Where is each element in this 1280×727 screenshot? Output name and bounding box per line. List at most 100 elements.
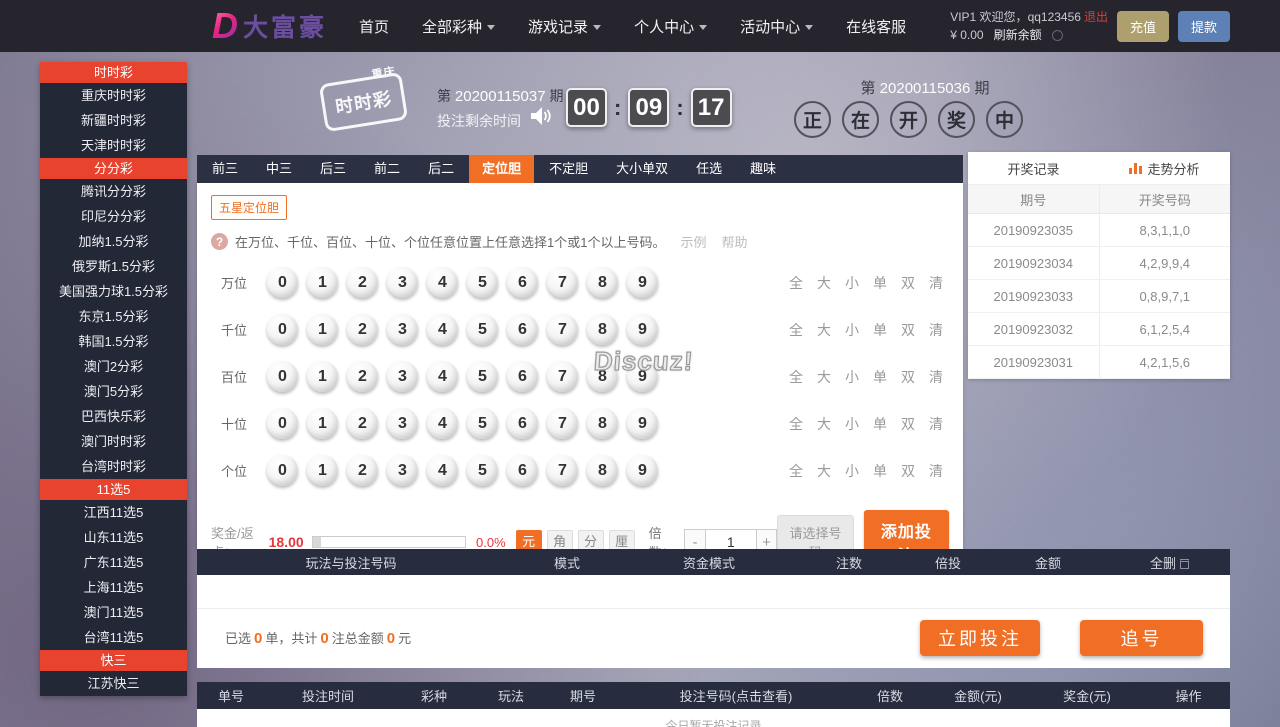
quick-odd[interactable]: 单 bbox=[873, 273, 887, 293]
ball-0[interactable]: 0 bbox=[267, 361, 298, 392]
tab-任选[interactable]: 任选 bbox=[683, 155, 735, 183]
quick-small[interactable]: 小 bbox=[845, 273, 859, 293]
rebate-slider[interactable] bbox=[312, 536, 466, 548]
ball-1[interactable]: 1 bbox=[307, 408, 338, 439]
slider-handle[interactable] bbox=[313, 537, 321, 547]
ball-8[interactable]: 8 bbox=[587, 408, 618, 439]
quick-small[interactable]: 小 bbox=[845, 414, 859, 434]
ball-9[interactable]: 9 bbox=[627, 267, 658, 298]
ball-6[interactable]: 6 bbox=[507, 267, 538, 298]
sidebar-item-22[interactable]: 澳门11选5 bbox=[40, 600, 187, 625]
quick-all[interactable]: 全 bbox=[789, 414, 803, 434]
quick-big[interactable]: 大 bbox=[817, 414, 831, 434]
delete-all-icon[interactable] bbox=[1180, 559, 1189, 569]
tab-前三[interactable]: 前三 bbox=[199, 155, 251, 183]
ball-0[interactable]: 0 bbox=[267, 408, 298, 439]
tab-后二[interactable]: 后二 bbox=[415, 155, 467, 183]
quick-small[interactable]: 小 bbox=[845, 367, 859, 387]
ball-4[interactable]: 4 bbox=[427, 267, 458, 298]
sidebar-item-19[interactable]: 山东11选5 bbox=[40, 525, 187, 550]
ball-2[interactable]: 2 bbox=[347, 314, 378, 345]
mode-chip[interactable]: 五星定位胆 bbox=[211, 195, 287, 220]
ball-1[interactable]: 1 bbox=[307, 455, 338, 486]
sound-icon[interactable] bbox=[531, 106, 553, 131]
ball-6[interactable]: 6 bbox=[507, 455, 538, 486]
nav-lotteries[interactable]: 全部彩种 bbox=[422, 16, 495, 37]
ball-6[interactable]: 6 bbox=[507, 408, 538, 439]
sidebar-item-7[interactable]: 加纳1.5分彩 bbox=[40, 229, 187, 254]
tab-定位胆[interactable]: 定位胆 bbox=[469, 155, 534, 183]
sidebar-item-10[interactable]: 东京1.5分彩 bbox=[40, 304, 187, 329]
ball-5[interactable]: 5 bbox=[467, 314, 498, 345]
sidebar-item-11[interactable]: 韩国1.5分彩 bbox=[40, 329, 187, 354]
tab-前二[interactable]: 前二 bbox=[361, 155, 413, 183]
ball-9[interactable]: 9 bbox=[627, 408, 658, 439]
ball-5[interactable]: 5 bbox=[467, 361, 498, 392]
recharge-button[interactable]: 充值 bbox=[1117, 11, 1169, 42]
nav-home[interactable]: 首页 bbox=[359, 16, 389, 37]
ball-3[interactable]: 3 bbox=[387, 314, 418, 345]
sidebar-item-13[interactable]: 澳门5分彩 bbox=[40, 379, 187, 404]
ball-7[interactable]: 7 bbox=[547, 455, 578, 486]
quick-clear[interactable]: 清 bbox=[929, 461, 943, 481]
ball-4[interactable]: 4 bbox=[427, 361, 458, 392]
example-link[interactable]: 示例 bbox=[680, 232, 706, 251]
ball-1[interactable]: 1 bbox=[307, 314, 338, 345]
ball-4[interactable]: 4 bbox=[427, 314, 458, 345]
ball-9[interactable]: 9 bbox=[627, 455, 658, 486]
refresh-icon[interactable] bbox=[1052, 30, 1063, 41]
quick-all[interactable]: 全 bbox=[789, 273, 803, 293]
quick-all[interactable]: 全 bbox=[789, 461, 803, 481]
ball-7[interactable]: 7 bbox=[547, 314, 578, 345]
ball-0[interactable]: 0 bbox=[267, 267, 298, 298]
sidebar-item-14[interactable]: 巴西快乐彩 bbox=[40, 404, 187, 429]
ball-8[interactable]: 8 bbox=[587, 267, 618, 298]
quick-clear[interactable]: 清 bbox=[929, 367, 943, 387]
ball-2[interactable]: 2 bbox=[347, 361, 378, 392]
quick-even[interactable]: 双 bbox=[901, 461, 915, 481]
quick-even[interactable]: 双 bbox=[901, 367, 915, 387]
quick-small[interactable]: 小 bbox=[845, 320, 859, 340]
ball-4[interactable]: 4 bbox=[427, 455, 458, 486]
ball-4[interactable]: 4 bbox=[427, 408, 458, 439]
sidebar-item-18[interactable]: 江西11选5 bbox=[40, 500, 187, 525]
sidebar-item-5[interactable]: 腾讯分分彩 bbox=[40, 179, 187, 204]
chase-number-button[interactable]: 追号 bbox=[1080, 620, 1203, 656]
help-link[interactable]: 帮助 bbox=[721, 232, 747, 251]
ball-1[interactable]: 1 bbox=[307, 267, 338, 298]
quick-big[interactable]: 大 bbox=[817, 273, 831, 293]
brand-logo[interactable]: D 大富豪 bbox=[212, 8, 327, 44]
tab-趣味[interactable]: 趣味 bbox=[737, 155, 789, 183]
sidebar-item-3[interactable]: 天津时时彩 bbox=[40, 133, 187, 158]
ball-3[interactable]: 3 bbox=[387, 361, 418, 392]
quick-big[interactable]: 大 bbox=[817, 461, 831, 481]
sidebar-item-16[interactable]: 台湾时时彩 bbox=[40, 454, 187, 479]
ball-3[interactable]: 3 bbox=[387, 455, 418, 486]
nav-service[interactable]: 在线客服 bbox=[846, 16, 906, 37]
tab-中三[interactable]: 中三 bbox=[253, 155, 305, 183]
ball-8[interactable]: 8 bbox=[587, 314, 618, 345]
sidebar-item-15[interactable]: 澳门时时彩 bbox=[40, 429, 187, 454]
tab-不定胆[interactable]: 不定胆 bbox=[536, 155, 601, 183]
cart-col-6[interactable]: 全删 bbox=[1109, 553, 1230, 572]
records-title-tab[interactable]: 开奖记录 bbox=[968, 159, 1099, 178]
tab-大小单双[interactable]: 大小单双 bbox=[603, 155, 681, 183]
sidebar-item-1[interactable]: 重庆时时彩 bbox=[40, 83, 187, 108]
ball-3[interactable]: 3 bbox=[387, 408, 418, 439]
sidebar-item-12[interactable]: 澳门2分彩 bbox=[40, 354, 187, 379]
quick-all[interactable]: 全 bbox=[789, 367, 803, 387]
ball-2[interactable]: 2 bbox=[347, 408, 378, 439]
sidebar-item-8[interactable]: 俄罗斯1.5分彩 bbox=[40, 254, 187, 279]
quick-odd[interactable]: 单 bbox=[873, 320, 887, 340]
quick-small[interactable]: 小 bbox=[845, 461, 859, 481]
ball-5[interactable]: 5 bbox=[467, 455, 498, 486]
ball-5[interactable]: 5 bbox=[467, 267, 498, 298]
trend-analysis-link[interactable]: 走势分析 bbox=[1099, 159, 1230, 178]
quick-even[interactable]: 双 bbox=[901, 414, 915, 434]
sidebar-item-9[interactable]: 美国强力球1.5分彩 bbox=[40, 279, 187, 304]
sidebar-item-21[interactable]: 上海11选5 bbox=[40, 575, 187, 600]
sidebar-item-25[interactable]: 江苏快三 bbox=[40, 671, 187, 696]
quick-all[interactable]: 全 bbox=[789, 320, 803, 340]
sidebar-item-23[interactable]: 台湾11选5 bbox=[40, 625, 187, 650]
quick-clear[interactable]: 清 bbox=[929, 273, 943, 293]
